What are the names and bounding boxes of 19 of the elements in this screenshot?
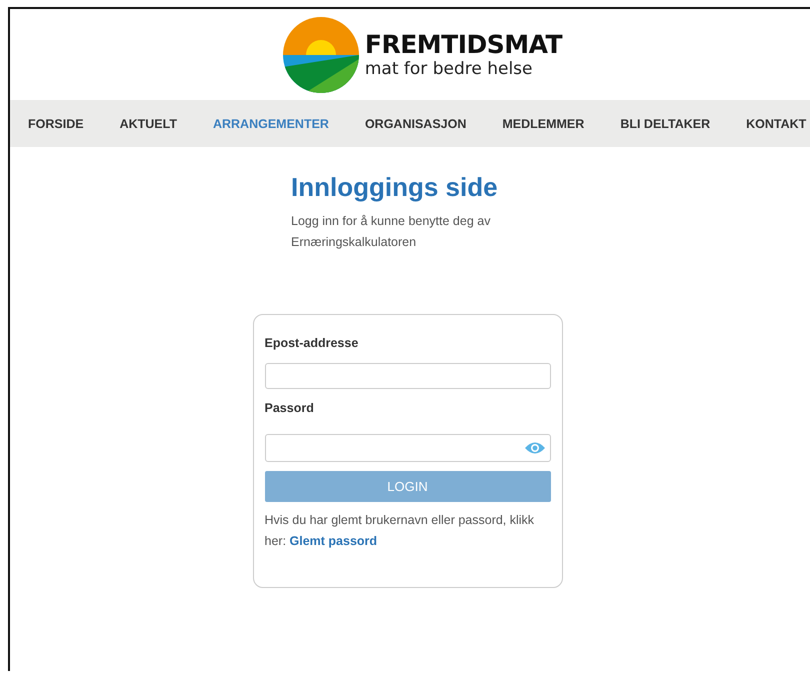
nav-link[interactable]: ORGANISASJON (364, 116, 466, 130)
email-field[interactable] (264, 363, 550, 389)
nav-link[interactable]: FORSIDE (28, 116, 84, 130)
logo-name: FREMTIDSMAT (364, 30, 562, 58)
nav-link[interactable]: ARRANGEMENTER (212, 116, 329, 130)
intro-text: Logg inn for å kunne benytte deg av Ernæringskalkulatoren (291, 213, 492, 251)
field-label: Epost-addresse (264, 335, 360, 352)
eye-icon[interactable] (524, 441, 546, 455)
nav-link[interactable]: BLI DELTAKER (620, 116, 710, 130)
logo-tagline: mat for bedre helse (364, 58, 534, 78)
field-label: Passord (264, 400, 315, 417)
nav-link[interactable]: MEDLEMMER (502, 116, 584, 130)
nav-link[interactable]: KONTAKT (746, 116, 806, 130)
logo-icon (282, 16, 359, 92)
page-title: Innloggings side (291, 171, 499, 203)
nav-link[interactable]: AKTUELT (120, 116, 177, 130)
help-text: Hvis du har glemt brukernavn eller passord, klikk her: Glemt passord (264, 512, 536, 550)
forgot-password-link[interactable]: Glemt passord (290, 534, 378, 548)
password-field[interactable] (264, 434, 550, 462)
